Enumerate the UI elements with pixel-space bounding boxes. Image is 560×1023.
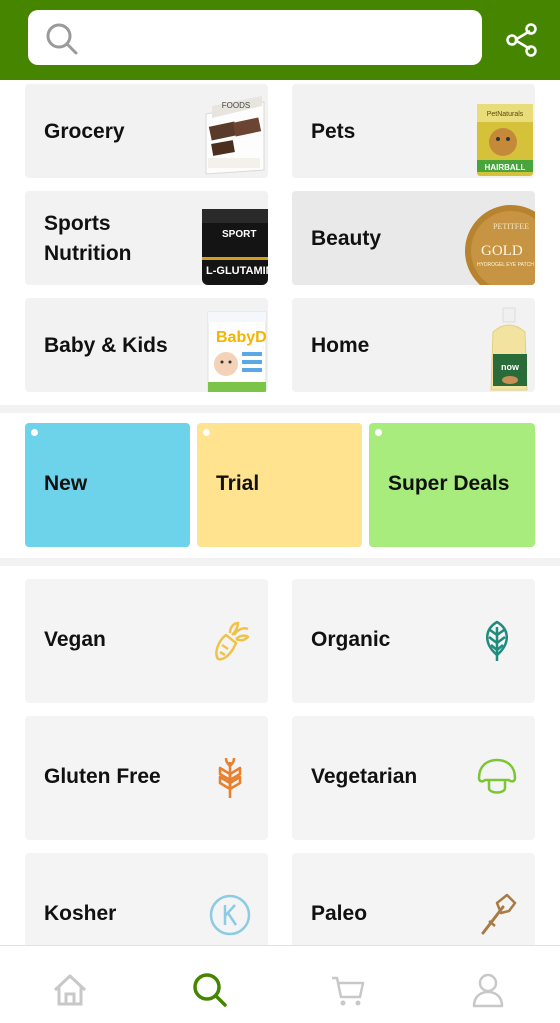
wheat-icon xyxy=(218,757,242,798)
category-label: Grocery xyxy=(44,120,125,143)
cart-icon[interactable] xyxy=(328,970,368,1010)
category-label: Beauty xyxy=(311,227,382,250)
home-icon[interactable] xyxy=(50,970,90,1010)
diet-label: Paleo xyxy=(311,902,368,925)
section-divider xyxy=(0,405,560,413)
promo-super-deals[interactable]: Super Deals xyxy=(369,423,535,547)
diet-vegetarian[interactable]: Vegetarian xyxy=(292,716,535,840)
svg-text:GOLD: GOLD xyxy=(481,243,523,259)
leaf-icon xyxy=(486,620,508,661)
carrot-icon xyxy=(215,621,250,661)
baby-vitamin-d-box-image: BabyD xyxy=(207,311,267,392)
search-icon xyxy=(46,23,78,55)
l-glutamine-jar-image: SPORT L-GLUTAMINE xyxy=(202,209,268,285)
diet-organic[interactable]: Organic xyxy=(292,579,535,703)
profile-icon[interactable] xyxy=(468,970,508,1010)
svg-text:now: now xyxy=(501,362,520,372)
category-home[interactable]: Home now xyxy=(292,298,535,392)
category-label-line2: Nutrition xyxy=(44,242,132,265)
stone-axe-icon xyxy=(481,893,517,935)
category-baby-kids[interactable]: Baby & Kids BabyD xyxy=(25,298,268,392)
category-sports-nutrition[interactable]: Sports Nutrition SPORT L-GLUTAMINE xyxy=(25,191,268,285)
category-grocery[interactable]: Grocery FOODS xyxy=(25,84,268,178)
mushroom-icon xyxy=(477,758,517,794)
diet-kosher[interactable]: Kosher xyxy=(25,853,268,945)
svg-text:HAIRBALL: HAIRBALL xyxy=(485,163,526,172)
diet-label: Vegan xyxy=(44,628,106,651)
diet-label: Vegetarian xyxy=(311,765,418,788)
promo-trial[interactable]: Trial xyxy=(197,423,362,547)
category-label-line1: Sports xyxy=(44,212,111,235)
top-bar xyxy=(0,0,560,80)
diet-label: Gluten Free xyxy=(44,765,161,788)
diet-paleo[interactable]: Paleo xyxy=(292,853,535,945)
svg-text:PetNaturals: PetNaturals xyxy=(487,111,524,118)
promo-new[interactable]: New xyxy=(25,423,190,547)
diet-label: Kosher xyxy=(44,902,117,925)
kosher-k-icon xyxy=(209,894,251,936)
oil-bottle-image: now xyxy=(490,307,528,391)
svg-text:BabyD: BabyD xyxy=(216,329,267,346)
category-pets[interactable]: Pets PetNaturals HAIRBALL xyxy=(292,84,535,178)
indicator-dot xyxy=(375,429,382,436)
svg-text:HYDROGEL EYE PATCH: HYDROGEL EYE PATCH xyxy=(477,262,534,268)
promo-label: New xyxy=(44,472,88,495)
indicator-dot xyxy=(203,429,210,436)
content-scroll[interactable]: Grocery FOODS Pets PetNaturals HAIRBALL … xyxy=(0,80,560,945)
category-beauty[interactable]: Beauty PETITFEE GOLD HYDROGEL EYE PATCH xyxy=(292,191,535,285)
svg-text:SPORT: SPORT xyxy=(222,229,256,240)
search-input[interactable] xyxy=(28,10,482,65)
pet-treats-bag-image: PetNaturals HAIRBALL xyxy=(477,104,533,176)
promo-label: Trial xyxy=(216,472,260,495)
diet-gluten-free[interactable]: Gluten Free xyxy=(25,716,268,840)
svg-text:L-GLUTAMINE: L-GLUTAMINE xyxy=(206,265,268,277)
diet-vegan[interactable]: Vegan xyxy=(25,579,268,703)
svg-text:PETITFEE: PETITFEE xyxy=(493,222,529,231)
indicator-dot xyxy=(31,429,38,436)
diet-label: Organic xyxy=(311,628,391,651)
gold-eye-patch-jar-image: PETITFEE GOLD HYDROGEL EYE PATCH xyxy=(465,205,535,285)
search-icon[interactable] xyxy=(190,970,230,1010)
share-icon[interactable] xyxy=(500,18,544,62)
category-label: Home xyxy=(311,334,370,357)
category-label: Pets xyxy=(311,120,356,143)
chocolate-bar-box-image: FOODS xyxy=(205,96,265,175)
promo-label: Super Deals xyxy=(388,472,510,495)
section-divider xyxy=(0,558,560,566)
bottom-nav xyxy=(0,945,560,1023)
category-label: Baby & Kids xyxy=(44,334,168,357)
svg-text:FOODS: FOODS xyxy=(222,101,250,110)
